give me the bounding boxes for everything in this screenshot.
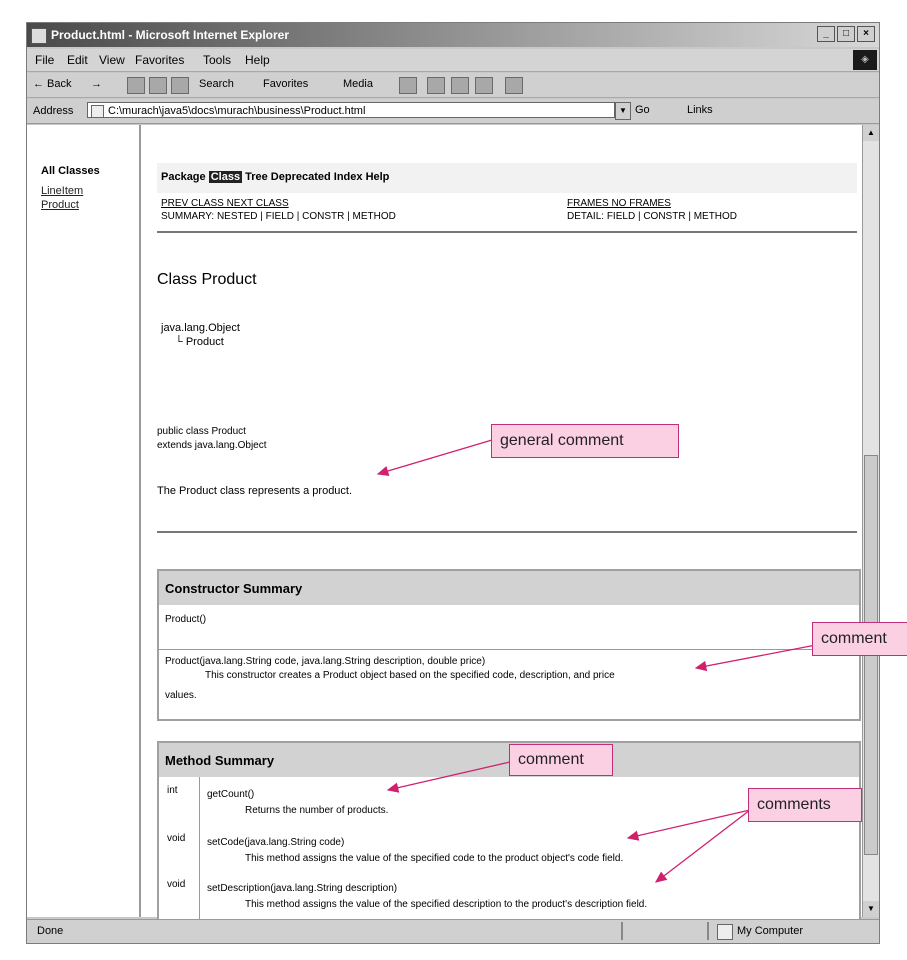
- menu-view[interactable]: View: [99, 53, 125, 67]
- hierarchy-child: └ Product: [175, 336, 224, 348]
- declaration-line-2: extends java.lang.Object: [157, 440, 267, 451]
- class-list-frame: All Classes LineItem Product: [27, 125, 141, 917]
- search-button[interactable]: Search: [199, 78, 234, 90]
- media-button[interactable]: Media: [343, 78, 373, 90]
- constructor-summary-heading: Constructor Summary: [159, 571, 859, 605]
- home-icon[interactable]: [171, 77, 189, 94]
- address-dropdown-icon[interactable]: ▼: [615, 102, 631, 120]
- address-value: C:\murach\java5\docs\murach\business\Pro…: [108, 105, 366, 117]
- links-button[interactable]: Links: [687, 104, 713, 116]
- back-button[interactable]: ← Back: [33, 78, 72, 90]
- vertical-scrollbar[interactable]: ▲ ▼: [862, 125, 879, 917]
- callout-comment-method: comment: [509, 744, 613, 776]
- status-separator: [707, 922, 709, 940]
- class-link-lineitem[interactable]: LineItem: [41, 185, 83, 197]
- callout-general-comment: general comment: [491, 424, 679, 458]
- windows-logo-icon: ◈: [853, 50, 877, 70]
- status-bar: Done My Computer: [27, 919, 879, 943]
- maximize-button[interactable]: □: [837, 26, 855, 42]
- address-input[interactable]: C:\murach\java5\docs\murach\business\Pro…: [87, 102, 615, 118]
- callout-comments: comments: [748, 788, 862, 822]
- nav-rest-links[interactable]: Tree Deprecated Index Help: [245, 171, 389, 183]
- hierarchy-root: java.lang.Object: [161, 322, 240, 334]
- method-type: void: [167, 833, 186, 844]
- discuss-icon[interactable]: [505, 77, 523, 94]
- page-icon: [91, 105, 104, 117]
- javadoc-nav-bar: Package Class Tree Deprecated Index Help: [157, 163, 857, 193]
- divider: [157, 531, 857, 533]
- menu-tools[interactable]: Tools: [203, 53, 231, 67]
- frames-links[interactable]: FRAMES NO FRAMES: [567, 197, 737, 210]
- method-description: This method assigns the value of the spe…: [245, 853, 624, 864]
- all-classes-heading: All Classes: [41, 165, 100, 177]
- constructor-summary-table: Constructor Summary Product() Product(ja…: [157, 569, 861, 721]
- detail-links[interactable]: DETAIL: FIELD | CONSTR | METHOD: [567, 210, 737, 223]
- ie-icon: [31, 28, 47, 44]
- go-button[interactable]: Go: [635, 104, 650, 116]
- window-title: Product.html - Microsoft Internet Explor…: [51, 28, 290, 42]
- address-label: Address: [33, 105, 74, 117]
- scroll-up-icon[interactable]: ▲: [863, 125, 879, 141]
- nav-sub-right: FRAMES NO FRAMES DETAIL: FIELD | CONSTR …: [567, 197, 737, 223]
- security-zone: My Computer: [737, 925, 804, 937]
- close-button[interactable]: ×: [857, 26, 875, 42]
- edit-icon[interactable]: [475, 77, 493, 94]
- class-hierarchy: java.lang.Object └ Product: [161, 321, 240, 349]
- nav-package-link[interactable]: Package: [161, 171, 209, 183]
- method-description: This method assigns the value of the spe…: [245, 899, 648, 910]
- class-link-product[interactable]: Product: [41, 199, 79, 211]
- favorites-button[interactable]: Favorites: [263, 78, 308, 90]
- forward-button[interactable]: →: [91, 78, 102, 90]
- method-description: Returns the number of products.: [245, 805, 389, 816]
- address-bar: Address C:\murach\java5\docs\murach\busi…: [27, 99, 879, 124]
- menu-bar: File Edit View Favorites Tools Help ◈: [27, 49, 879, 72]
- stop-icon[interactable]: [127, 77, 145, 94]
- scroll-down-icon[interactable]: ▼: [863, 901, 879, 917]
- page-content: All Classes LineItem Product Package Cla…: [27, 125, 862, 921]
- declaration-line-1: public class Product: [157, 426, 246, 437]
- standard-toolbar: ← Back → Search Favorites Media: [27, 73, 879, 98]
- method-type-column: [159, 777, 200, 921]
- constructor-row-2-comment: This constructor creates a Product objec…: [205, 670, 615, 681]
- callout-comment-constructor: comment: [812, 622, 907, 656]
- title-bar[interactable]: Product.html - Microsoft Internet Explor…: [27, 23, 879, 47]
- constructor-row-2-wrap: values.: [165, 690, 197, 701]
- method-type: void: [167, 879, 186, 890]
- method-type: int: [167, 785, 178, 796]
- method-signature[interactable]: getCount(): [207, 789, 254, 800]
- minimize-button[interactable]: _: [817, 26, 835, 42]
- constructor-row-1[interactable]: Product(): [165, 613, 206, 627]
- method-signature[interactable]: setDescription(java.lang.String descript…: [207, 883, 397, 894]
- menu-help[interactable]: Help: [245, 53, 270, 67]
- class-declaration: public class Product extends java.lang.O…: [157, 425, 267, 453]
- general-comment-text: The Product class represents a product.: [157, 485, 353, 497]
- class-title: Class Product: [157, 271, 257, 288]
- history-icon[interactable]: [399, 77, 417, 94]
- prev-next-links[interactable]: PREV CLASS NEXT CLASS: [161, 197, 396, 210]
- computer-icon: [717, 924, 733, 940]
- refresh-icon[interactable]: [149, 77, 167, 94]
- divider: [157, 231, 857, 233]
- menu-file[interactable]: File: [35, 53, 54, 67]
- status-text: Done: [37, 925, 64, 937]
- menu-favorites[interactable]: Favorites: [135, 53, 184, 67]
- mail-icon[interactable]: [427, 77, 445, 94]
- summary-links[interactable]: SUMMARY: NESTED | FIELD | CONSTR | METHO…: [161, 210, 396, 223]
- menu-edit[interactable]: Edit: [67, 53, 88, 67]
- row-divider: [159, 649, 859, 650]
- nav-class-current: Class: [208, 171, 243, 183]
- status-separator: [621, 922, 623, 940]
- print-icon[interactable]: [451, 77, 469, 94]
- nav-sub-left: PREV CLASS NEXT CLASS SUMMARY: NESTED | …: [161, 197, 396, 223]
- constructor-row-2[interactable]: Product(java.lang.String code, java.lang…: [165, 655, 485, 669]
- method-signature[interactable]: setCode(java.lang.String code): [207, 837, 344, 848]
